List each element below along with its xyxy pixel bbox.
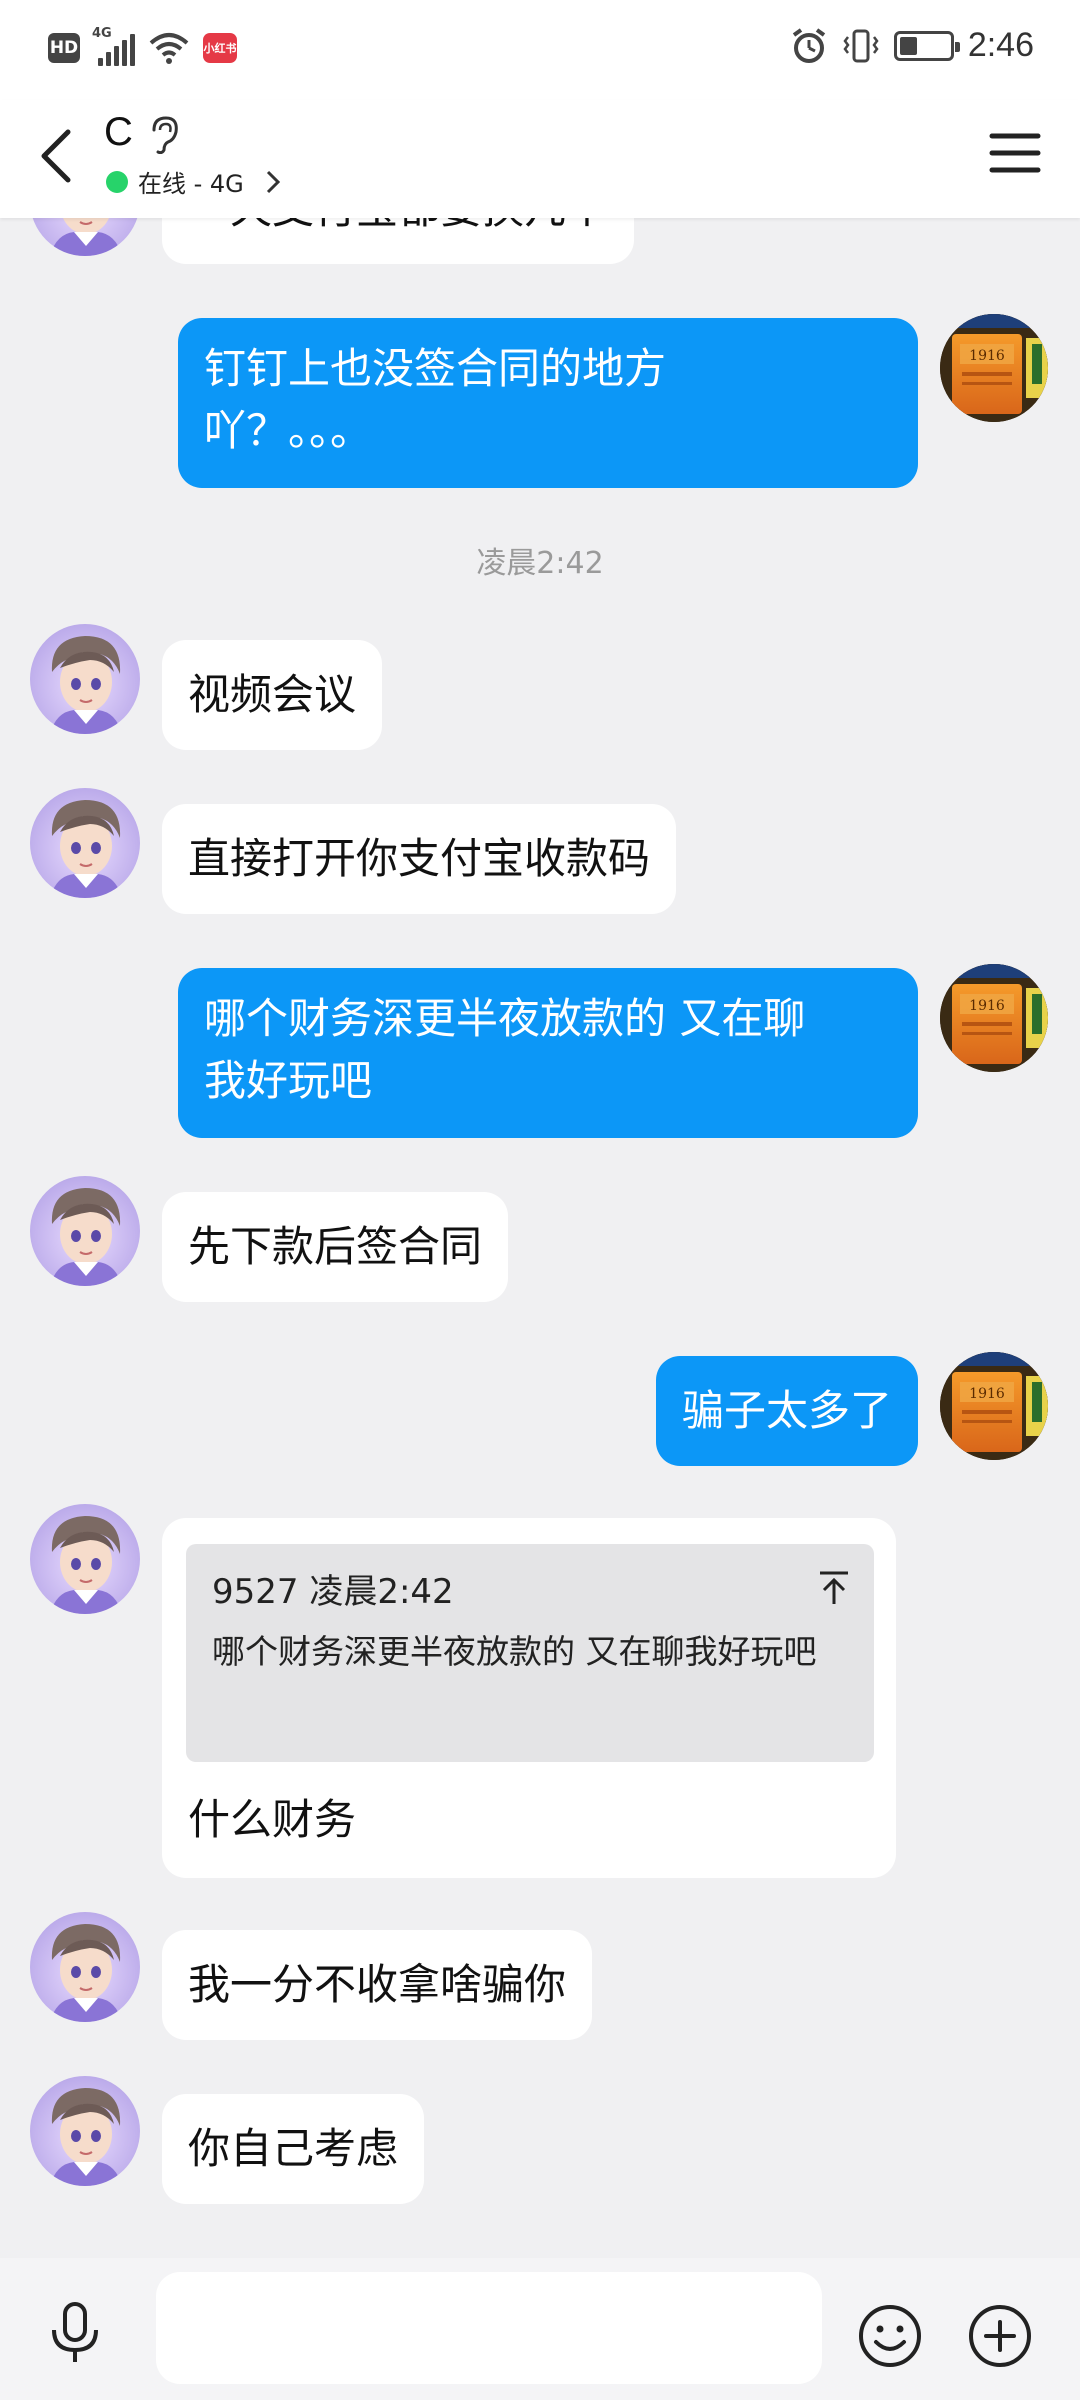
message-text: 你自己考虑 (188, 2124, 399, 2173)
contact-name[interactable]: C (104, 110, 133, 155)
message-text: 我一分不收拿啥骗你 (188, 1960, 567, 2009)
emoji-icon[interactable] (856, 2302, 924, 2370)
message-bubble-incoming[interactable]: 先下款后签合同 (162, 1192, 509, 1302)
message-input[interactable] (156, 2272, 822, 2384)
message-text: 吖？。。。 (204, 406, 373, 455)
signal-icon: 4G (92, 26, 135, 66)
message-text: 哪个财务深更半夜放款的 又在聊 (204, 994, 806, 1043)
message-text: 什么财务 (188, 1795, 357, 1844)
my-avatar[interactable] (940, 314, 1048, 422)
online-indicator (106, 170, 128, 193)
back-arrow-icon[interactable] (30, 120, 86, 192)
battery-icon (893, 30, 960, 61)
contact-avatar[interactable] (30, 1504, 140, 1614)
my-avatar[interactable] (940, 1352, 1048, 1460)
menu-icon[interactable] (988, 128, 1042, 178)
message-bubble-incoming[interactable]: 你自己考虑 (162, 2094, 425, 2204)
status-bar: HD 4G 小红书 2:46 (0, 0, 1080, 100)
timestamp-separator: 凌晨2:42 (476, 546, 604, 581)
contact-avatar[interactable] (30, 1176, 140, 1286)
scroll-to-quote-icon[interactable] (814, 1568, 854, 1608)
message-text: 钉钉上也没签合同的地方 (204, 344, 667, 393)
chevron-right-icon (266, 170, 280, 193)
microphone-icon[interactable] (40, 2298, 110, 2368)
my-avatar[interactable] (940, 964, 1048, 1072)
plus-icon[interactable] (966, 2302, 1034, 2370)
contact-status[interactable]: 在线 - 4G (106, 164, 284, 199)
network-type: 4G (92, 26, 112, 41)
contact-avatar[interactable] (30, 624, 140, 734)
message-input-bar (0, 2258, 1080, 2400)
vibrate-icon (843, 29, 879, 62)
ear-icon[interactable] (146, 114, 182, 154)
message-bubble-incoming[interactable]: 视频会议 (162, 640, 383, 750)
quote-text: 哪个财务深更半夜放款的 又在聊我好玩吧 (212, 1632, 817, 1671)
alarm-icon (792, 27, 825, 63)
chat-scroll-area[interactable]: 一天支付宝都要换几个 钉钉上也没签合同的地方 吖？。。。 凌晨2:42 视频会议… (0, 0, 1080, 2260)
message-text: 先下款后签合同 (188, 1222, 483, 1271)
online-status-text: 在线 - 4G (138, 170, 244, 198)
hd-voice-icon: HD (48, 33, 80, 63)
contact-avatar[interactable] (30, 788, 140, 898)
quoted-reply-bubble[interactable]: 9527 凌晨2:42 哪个财务深更半夜放款的 又在聊我好玩吧 什么财务 (162, 1518, 896, 1878)
message-bubble-incoming[interactable]: 我一分不收拿啥骗你 (162, 1930, 593, 2040)
message-text: 骗子太多了 (681, 1386, 892, 1435)
message-bubble-outgoing[interactable]: 哪个财务深更半夜放款的 又在聊 我好玩吧 (178, 968, 918, 1138)
contact-avatar[interactable] (30, 2076, 140, 2186)
quote-sender-time: 9527 凌晨2:42 (212, 1572, 454, 1612)
quoted-message[interactable]: 9527 凌晨2:42 哪个财务深更半夜放款的 又在聊我好玩吧 (186, 1544, 874, 1762)
message-text: 我好玩吧 (204, 1056, 373, 1105)
message-bubble-outgoing[interactable]: 骗子太多了 (655, 1356, 918, 1466)
message-bubble-incoming[interactable]: 直接打开你支付宝收款码 (162, 804, 677, 914)
app-notification-icon: 小红书 (203, 33, 237, 63)
contact-avatar[interactable] (30, 1912, 140, 2022)
wifi-icon (149, 33, 189, 64)
message-bubble-outgoing[interactable]: 钉钉上也没签合同的地方 吖？。。。 (178, 318, 918, 488)
message-text: 直接打开你支付宝收款码 (188, 834, 651, 883)
status-time: 2:46 (967, 26, 1034, 64)
chat-header: C 在线 - 4G (0, 100, 1080, 218)
message-text: 视频会议 (188, 670, 357, 719)
